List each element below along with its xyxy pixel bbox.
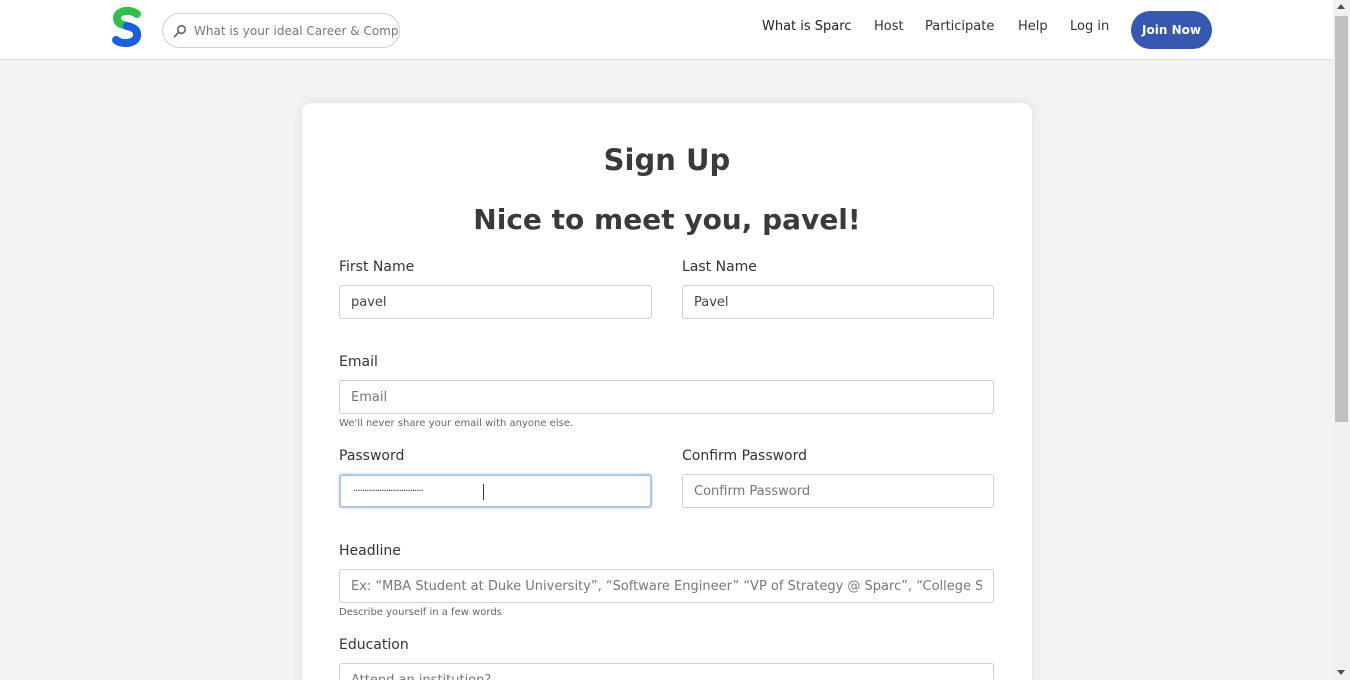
join-now-button[interactable]: Join Now <box>1131 11 1212 49</box>
last-name-field[interactable] <box>682 285 994 319</box>
nav-what-is-sparc[interactable]: What is Sparc <box>762 19 851 34</box>
signup-card: Sign Up Nice to meet you, pavel! First N… <box>302 103 1032 680</box>
nav-host[interactable]: Host <box>874 19 904 34</box>
scroll-down-arrow-icon[interactable] <box>1337 670 1345 675</box>
greeting-heading: Nice to meet you, pavel! <box>473 203 861 236</box>
last-name-label: Last Name <box>682 259 757 275</box>
confirm-password-field[interactable] <box>682 474 994 508</box>
nav-login[interactable]: Log in <box>1070 19 1109 34</box>
email-label: Email <box>339 354 378 370</box>
password-label: Password <box>339 448 405 464</box>
education-label: Education <box>339 637 409 653</box>
page-scrollbar[interactable] <box>1333 0 1350 680</box>
scroll-up-arrow-icon[interactable] <box>1337 4 1345 9</box>
page-title: Sign Up <box>603 143 731 177</box>
nav-help[interactable]: Help <box>1018 19 1048 34</box>
search-input[interactable] <box>194 23 399 38</box>
education-field[interactable] <box>339 663 994 680</box>
email-help-text: We'll never share your email with anyone… <box>339 418 574 429</box>
first-name-label: First Name <box>339 259 415 275</box>
search-icon <box>173 24 187 37</box>
headline-label: Headline <box>339 543 401 559</box>
top-navbar: What is Sparc Host Participate Help Log … <box>0 0 1333 60</box>
headline-help-text: Describe yourself in a few words <box>339 607 502 618</box>
text-caret <box>483 484 484 500</box>
password-field[interactable]: ································ <box>339 474 652 508</box>
headline-field[interactable] <box>339 569 994 603</box>
confirm-password-label: Confirm Password <box>682 448 808 464</box>
search-bar[interactable] <box>162 13 400 48</box>
sparc-logo[interactable] <box>111 7 143 47</box>
nav-participate[interactable]: Participate <box>925 19 994 34</box>
scrollbar-thumb[interactable] <box>1335 16 1348 422</box>
first-name-field[interactable] <box>339 285 652 319</box>
password-masked-value: ································ <box>353 486 424 497</box>
email-field[interactable] <box>339 380 994 414</box>
